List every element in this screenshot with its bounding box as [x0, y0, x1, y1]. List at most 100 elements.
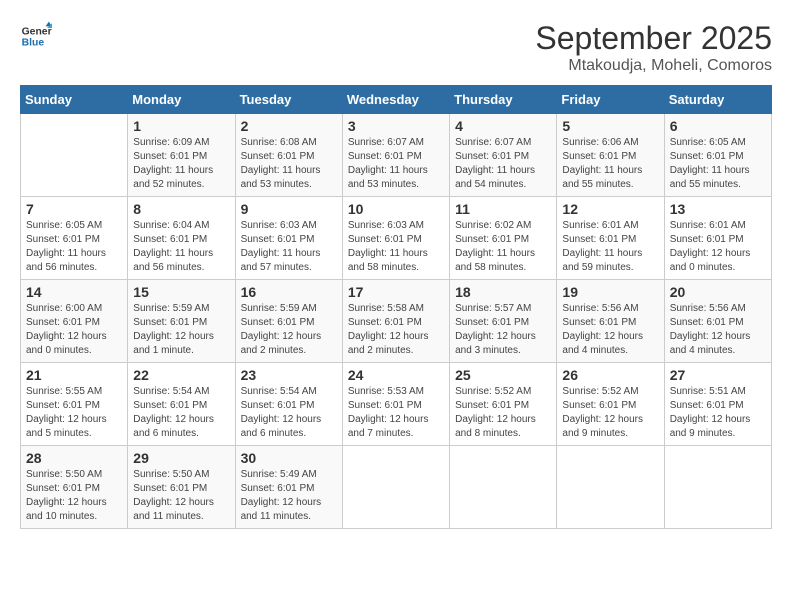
day-info: Sunrise: 5:58 AMSunset: 6:01 PMDaylight:…	[348, 302, 444, 358]
calendar-cell: 2 Sunrise: 6:08 AMSunset: 6:01 PMDaylight…	[235, 114, 342, 197]
header-thursday: Thursday	[450, 86, 557, 114]
day-info: Sunrise: 5:50 AMSunset: 6:01 PMDaylight:…	[133, 468, 229, 524]
svg-text:Blue: Blue	[22, 38, 45, 49]
day-info: Sunrise: 6:09 AMSunset: 6:01 PMDaylight:…	[133, 136, 229, 192]
calendar-cell: 13 Sunrise: 6:01 AMSunset: 6:01 PMDayligh…	[664, 197, 771, 280]
day-number: 26	[562, 367, 658, 383]
calendar-table: SundayMondayTuesdayWednesdayThursdayFrid…	[20, 85, 772, 529]
day-info: Sunrise: 6:03 AMSunset: 6:01 PMDaylight:…	[241, 219, 337, 275]
day-number: 3	[348, 118, 444, 134]
day-number: 1	[133, 118, 229, 134]
calendar-cell: 7Sunrise: 6:05 AMSunset: 6:01 PMDaylight…	[21, 197, 128, 280]
day-info: Sunrise: 5:57 AMSunset: 6:01 PMDaylight:…	[455, 302, 551, 358]
day-info: Sunrise: 5:56 AMSunset: 6:01 PMDaylight:…	[562, 302, 658, 358]
header: General Blue September 2025 Mtakoudja, M…	[20, 20, 772, 75]
calendar-cell: 1 Sunrise: 6:09 AMSunset: 6:01 PMDaylight…	[128, 114, 235, 197]
calendar-cell: 3 Sunrise: 6:07 AMSunset: 6:01 PMDaylight…	[342, 114, 449, 197]
calendar-cell: 20Sunrise: 5:56 AMSunset: 6:01 PMDayligh…	[664, 280, 771, 363]
calendar-cell: 24 Sunrise: 5:53 AMSunset: 6:01 PMDayligh…	[342, 363, 449, 446]
day-number: 17	[348, 284, 444, 300]
day-info: Sunrise: 6:04 AMSunset: 6:01 PMDaylight:…	[133, 219, 229, 275]
day-info: Sunrise: 6:03 AMSunset: 6:01 PMDaylight:…	[348, 219, 444, 275]
day-number: 16	[241, 284, 337, 300]
day-info: Sunrise: 6:08 AMSunset: 6:01 PMDaylight:…	[241, 136, 337, 192]
calendar-cell: 14 Sunrise: 6:00 AMSunset: 6:01 PMDayligh…	[21, 280, 128, 363]
logo: General Blue	[20, 20, 52, 52]
day-info: Sunrise: 6:05 AMSunset: 6:01 PMDaylight:…	[670, 136, 766, 192]
calendar-cell: 9Sunrise: 6:03 AMSunset: 6:01 PMDaylight…	[235, 197, 342, 280]
calendar-cell: 29Sunrise: 5:50 AMSunset: 6:01 PMDayligh…	[128, 446, 235, 529]
header-saturday: Saturday	[664, 86, 771, 114]
calendar-cell: 8 Sunrise: 6:04 AMSunset: 6:01 PMDaylight…	[128, 197, 235, 280]
day-number: 27	[670, 367, 766, 383]
day-info: Sunrise: 5:49 AMSunset: 6:01 PMDaylight:…	[241, 468, 337, 524]
calendar-week-row: 7Sunrise: 6:05 AMSunset: 6:01 PMDaylight…	[21, 197, 772, 280]
calendar-cell: 17 Sunrise: 5:58 AMSunset: 6:01 PMDayligh…	[342, 280, 449, 363]
day-info: Sunrise: 6:01 AMSunset: 6:01 PMDaylight:…	[670, 219, 766, 275]
calendar-week-row: 21 Sunrise: 5:55 AMSunset: 6:01 PMDayligh…	[21, 363, 772, 446]
calendar-cell: 18Sunrise: 5:57 AMSunset: 6:01 PMDayligh…	[450, 280, 557, 363]
calendar-cell: 19 Sunrise: 5:56 AMSunset: 6:01 PMDayligh…	[557, 280, 664, 363]
calendar-cell: 4 Sunrise: 6:07 AMSunset: 6:01 PMDaylight…	[450, 114, 557, 197]
calendar-week-row: 14 Sunrise: 6:00 AMSunset: 6:01 PMDayligh…	[21, 280, 772, 363]
day-info: Sunrise: 6:01 AMSunset: 6:01 PMDaylight:…	[562, 219, 658, 275]
calendar-cell: 27 Sunrise: 5:51 AMSunset: 6:01 PMDayligh…	[664, 363, 771, 446]
day-info: Sunrise: 6:07 AMSunset: 6:01 PMDaylight:…	[455, 136, 551, 192]
calendar-cell	[21, 114, 128, 197]
day-number: 13	[670, 201, 766, 217]
day-number: 4	[455, 118, 551, 134]
day-info: Sunrise: 5:54 AMSunset: 6:01 PMDaylight:…	[133, 385, 229, 441]
calendar-week-row: 1 Sunrise: 6:09 AMSunset: 6:01 PMDaylight…	[21, 114, 772, 197]
header-friday: Friday	[557, 86, 664, 114]
day-number: 11	[455, 201, 551, 217]
calendar-week-row: 28 Sunrise: 5:50 AMSunset: 6:01 PMDayligh…	[21, 446, 772, 529]
day-info: Sunrise: 6:00 AMSunset: 6:01 PMDaylight:…	[26, 302, 122, 358]
day-number: 2	[241, 118, 337, 134]
calendar-cell: 16 Sunrise: 5:59 AMSunset: 6:01 PMDayligh…	[235, 280, 342, 363]
calendar-cell: 21 Sunrise: 5:55 AMSunset: 6:01 PMDayligh…	[21, 363, 128, 446]
day-number: 14	[26, 284, 122, 300]
day-info: Sunrise: 5:54 AMSunset: 6:01 PMDaylight:…	[241, 385, 337, 441]
day-info: Sunrise: 5:52 AMSunset: 6:01 PMDaylight:…	[455, 385, 551, 441]
calendar-cell: 5 Sunrise: 6:06 AMSunset: 6:01 PMDaylight…	[557, 114, 664, 197]
calendar-cell: 26Sunrise: 5:52 AMSunset: 6:01 PMDayligh…	[557, 363, 664, 446]
calendar-cell	[450, 446, 557, 529]
header-monday: Monday	[128, 86, 235, 114]
day-number: 15	[133, 284, 229, 300]
title-area: September 2025 Mtakoudja, Moheli, Comoro…	[535, 20, 772, 75]
day-number: 12	[562, 201, 658, 217]
day-number: 19	[562, 284, 658, 300]
day-info: Sunrise: 6:07 AMSunset: 6:01 PMDaylight:…	[348, 136, 444, 192]
header-sunday: Sunday	[21, 86, 128, 114]
day-info: Sunrise: 5:53 AMSunset: 6:01 PMDaylight:…	[348, 385, 444, 441]
day-info: Sunrise: 6:06 AMSunset: 6:01 PMDaylight:…	[562, 136, 658, 192]
month-title: September 2025	[535, 20, 772, 57]
day-number: 5	[562, 118, 658, 134]
calendar-cell: 11 Sunrise: 6:02 AMSunset: 6:01 PMDayligh…	[450, 197, 557, 280]
day-info: Sunrise: 6:02 AMSunset: 6:01 PMDaylight:…	[455, 219, 551, 275]
calendar-cell: 30 Sunrise: 5:49 AMSunset: 6:01 PMDayligh…	[235, 446, 342, 529]
day-info: Sunrise: 5:51 AMSunset: 6:01 PMDaylight:…	[670, 385, 766, 441]
header-wednesday: Wednesday	[342, 86, 449, 114]
svg-text:General: General	[22, 26, 52, 37]
day-number: 28	[26, 450, 122, 466]
calendar-cell: 10Sunrise: 6:03 AMSunset: 6:01 PMDayligh…	[342, 197, 449, 280]
day-info: Sunrise: 5:56 AMSunset: 6:01 PMDaylight:…	[670, 302, 766, 358]
day-number: 30	[241, 450, 337, 466]
calendar-cell: 15Sunrise: 5:59 AMSunset: 6:01 PMDayligh…	[128, 280, 235, 363]
calendar-cell	[664, 446, 771, 529]
day-number: 6	[670, 118, 766, 134]
day-number: 21	[26, 367, 122, 383]
day-number: 22	[133, 367, 229, 383]
day-info: Sunrise: 5:59 AMSunset: 6:01 PMDaylight:…	[241, 302, 337, 358]
logo-icon: General Blue	[20, 20, 52, 52]
day-number: 23	[241, 367, 337, 383]
day-info: Sunrise: 5:55 AMSunset: 6:01 PMDaylight:…	[26, 385, 122, 441]
calendar-cell: 28Sunrise: 5:50 AMSunset: 6:01 PMDayligh…	[21, 446, 128, 529]
calendar-cell: 23 Sunrise: 5:54 AMSunset: 6:01 PMDayligh…	[235, 363, 342, 446]
calendar-cell: 22 Sunrise: 5:54 AMSunset: 6:01 PMDayligh…	[128, 363, 235, 446]
header-tuesday: Tuesday	[235, 86, 342, 114]
day-number: 8	[133, 201, 229, 217]
calendar-cell: 6 Sunrise: 6:05 AMSunset: 6:01 PMDaylight…	[664, 114, 771, 197]
day-number: 24	[348, 367, 444, 383]
